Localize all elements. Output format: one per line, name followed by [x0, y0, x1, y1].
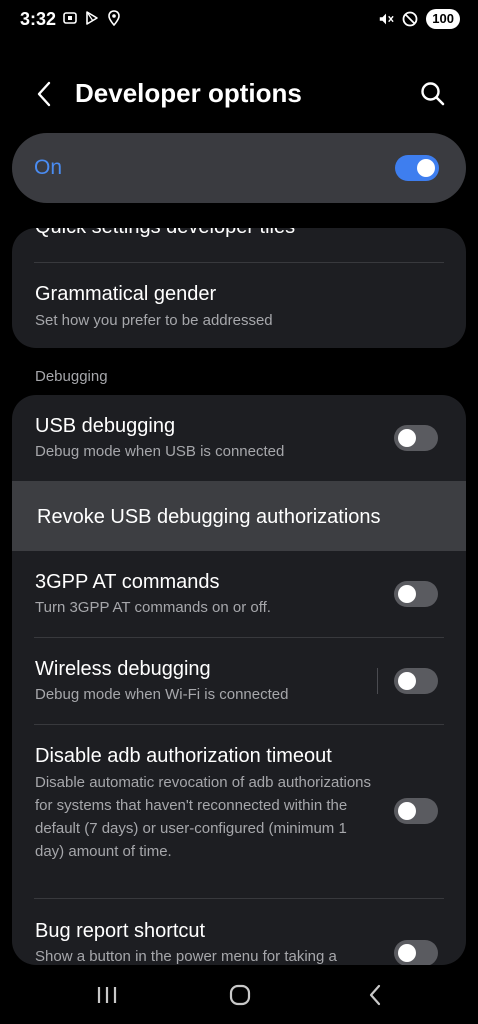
- navigation-bar: [0, 965, 478, 1024]
- do-not-disturb-icon: [402, 11, 418, 27]
- back-arrow-icon: [369, 984, 381, 1006]
- search-button[interactable]: [418, 79, 448, 109]
- search-icon: [421, 82, 445, 106]
- recent-apps-button[interactable]: [92, 980, 122, 1010]
- master-toggle-switch[interactable]: [395, 155, 439, 181]
- play-store-icon: [84, 10, 100, 26]
- master-toggle-row[interactable]: On: [12, 133, 466, 203]
- chevron-left-icon: [37, 81, 51, 107]
- status-time: 3:32: [20, 9, 57, 29]
- at-commands-subtitle: Turn 3GPP AT commands on or off.: [35, 599, 271, 616]
- settings-group-debugging: USB debugging Debug mode when USB is con…: [12, 395, 466, 965]
- revoke-usb-authorizations-title: Revoke USB debugging authorizations: [37, 506, 381, 528]
- at-commands-title: 3GPP AT commands: [35, 571, 220, 593]
- system-icons: 100: [378, 9, 460, 29]
- usb-debugging-subtitle: Debug mode when USB is connected: [35, 443, 285, 460]
- grammatical-gender-title: Grammatical gender: [35, 283, 217, 305]
- quick-settings-tiles-item[interactable]: Quick settings developer tiles: [35, 228, 295, 239]
- bug-report-shortcut-subtitle: Show a button in the power menu for taki…: [35, 948, 337, 965]
- home-icon: [229, 984, 251, 1006]
- adb-timeout-subtitle: Disable automatic revocation of adb auth…: [35, 774, 372, 860]
- adb-timeout-title: Disable adb authorization timeout: [35, 745, 332, 767]
- page-title: Developer options: [75, 78, 302, 108]
- mute-icon: [378, 11, 394, 27]
- home-button[interactable]: [225, 980, 255, 1010]
- grammatical-gender-subtitle: Set how you prefer to be addressed: [35, 312, 273, 329]
- back-button[interactable]: [30, 78, 58, 110]
- usb-debugging-title: USB debugging: [35, 415, 176, 437]
- section-header-debugging: Debugging: [35, 368, 108, 385]
- back-nav-button[interactable]: [360, 980, 390, 1010]
- divider: [34, 637, 444, 638]
- master-toggle-label: On: [34, 156, 63, 179]
- revoke-usb-authorizations-item[interactable]: Revoke USB debugging authorizations: [12, 481, 466, 551]
- screenshot-icon: [62, 10, 78, 26]
- divider: [34, 724, 444, 725]
- bug-report-shortcut-title: Bug report shortcut: [35, 920, 206, 942]
- notification-icons: [62, 10, 122, 26]
- wireless-debugging-subtitle: Debug mode when Wi-Fi is connected: [35, 686, 289, 703]
- wireless-debugging-title: Wireless debugging: [35, 658, 211, 680]
- divider: [34, 262, 444, 263]
- usb-debugging-toggle[interactable]: [394, 425, 438, 451]
- location-icon: [106, 10, 122, 26]
- wireless-debugging-toggle[interactable]: [394, 668, 438, 694]
- vertical-separator: [377, 668, 378, 694]
- recent-apps-icon: [97, 987, 117, 1003]
- settings-group-general: Quick settings developer tiles Grammatic…: [12, 228, 466, 348]
- status-bar: 3:32 100: [0, 0, 478, 44]
- bug-report-shortcut-toggle[interactable]: [394, 940, 438, 965]
- adb-timeout-toggle[interactable]: [394, 798, 438, 824]
- battery-indicator: 100: [426, 9, 460, 29]
- at-commands-toggle[interactable]: [394, 581, 438, 607]
- divider: [34, 898, 444, 899]
